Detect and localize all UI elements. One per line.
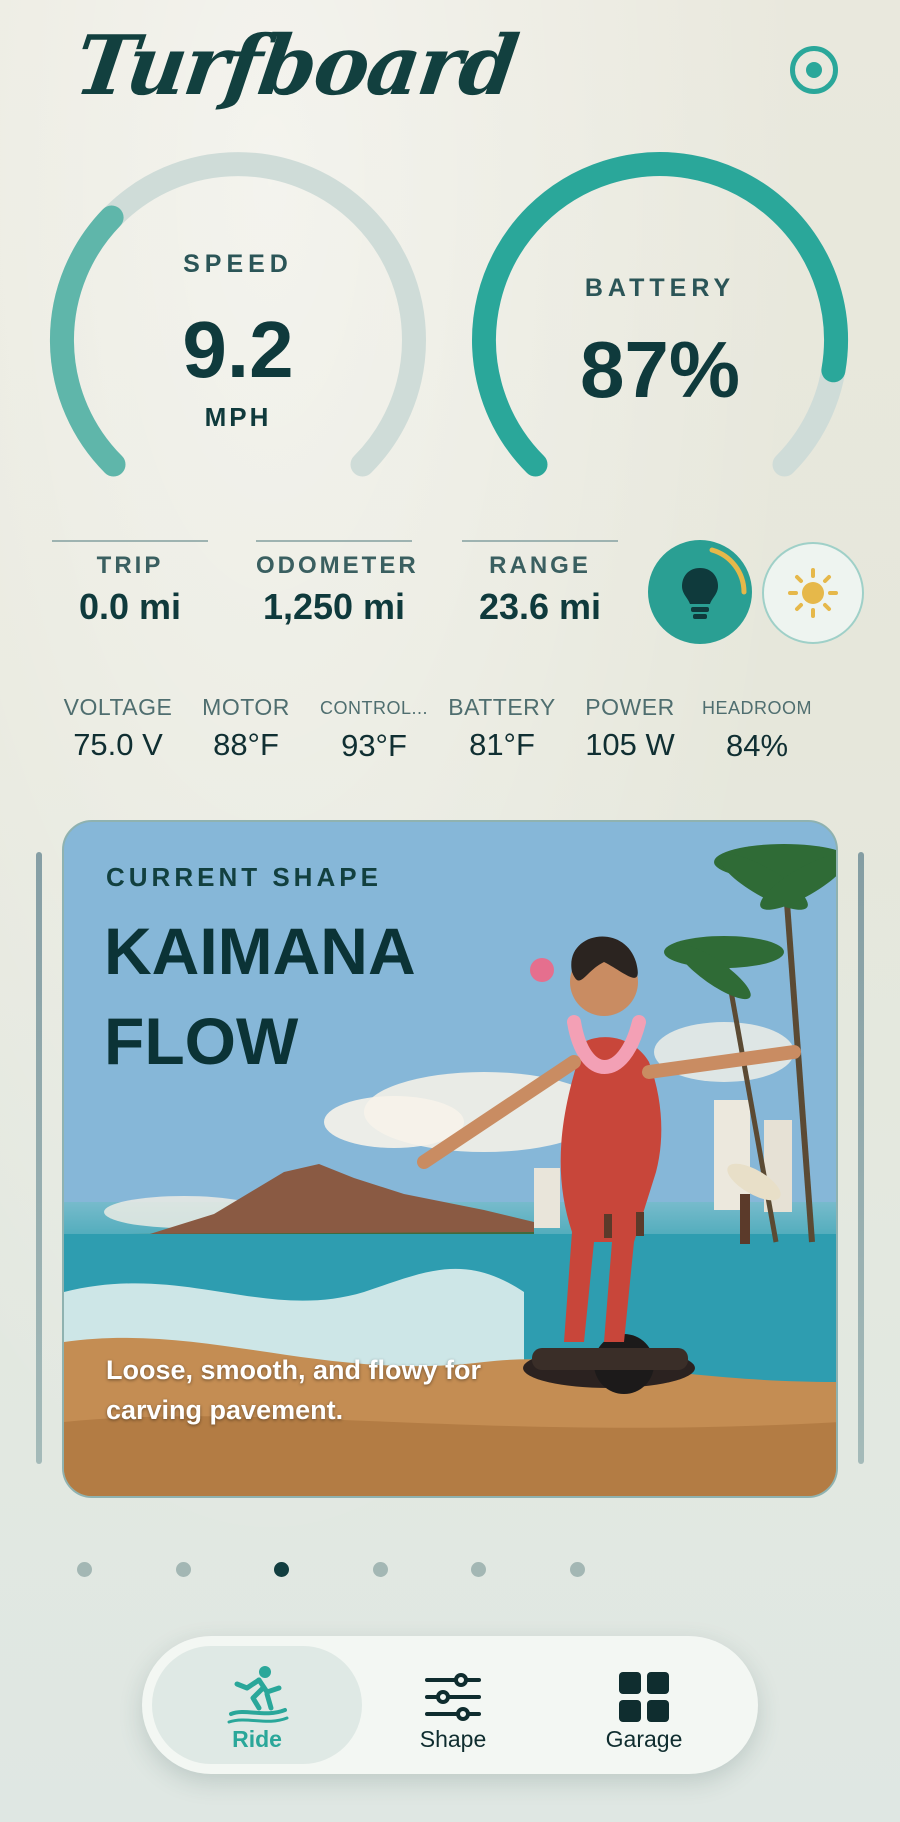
tab-garage-label: Garage xyxy=(605,1726,683,1752)
telemetry-value: 105 W xyxy=(585,727,675,762)
previous-card-edge[interactable] xyxy=(36,852,42,1464)
telemetry-value: 75.0 V xyxy=(73,727,163,762)
headlight-button[interactable] xyxy=(648,540,752,644)
speed-label: SPEED xyxy=(183,250,293,278)
telemetry-value: 93°F xyxy=(341,728,407,763)
stat-odometer-label: ODOMETER xyxy=(256,552,419,579)
telemetry-value: 84% xyxy=(725,728,789,763)
battery-gauge: BATTERY 87% xyxy=(460,140,860,520)
stat-trip: TRIP 0.0 mi xyxy=(52,540,208,628)
speed-gauge: SPEED 9.2 MPH xyxy=(38,140,438,520)
telemetry-label: POWER xyxy=(585,694,675,720)
divider xyxy=(462,540,618,542)
shape-description: Loose, smooth, and flowy for carving pav… xyxy=(106,1355,482,1425)
next-card-edge[interactable] xyxy=(858,852,864,1464)
tab-shape-label: Shape xyxy=(419,1726,487,1752)
surfer-icon xyxy=(227,1666,289,1724)
page-dot[interactable] xyxy=(373,1562,388,1577)
battery-value: 87% xyxy=(579,325,741,414)
telemetry-controller: CONTROL... 93°F xyxy=(312,694,436,764)
telemetry-power: POWER 105 W xyxy=(570,694,690,763)
sliders-icon xyxy=(425,1673,481,1721)
stat-trip-value: 0.0 mi xyxy=(78,586,182,627)
divider xyxy=(52,540,208,542)
page-dot[interactable] xyxy=(570,1562,585,1577)
stat-range-value: 23.6 mi xyxy=(478,586,602,627)
telemetry-label: MOTOR xyxy=(202,694,290,720)
stat-range-label: RANGE xyxy=(489,552,591,579)
tab-garage[interactable]: Garage xyxy=(544,1646,744,1764)
telemetry-label: BATTERY xyxy=(448,694,556,720)
speed-unit: MPH xyxy=(204,402,272,432)
stat-trip-label: TRIP xyxy=(96,552,164,579)
telemetry-motor: MOTOR 88°F xyxy=(190,694,302,763)
page-dot[interactable] xyxy=(471,1562,486,1577)
grid-icon xyxy=(619,1672,669,1722)
telemetry-label: CONTROL... xyxy=(319,698,428,718)
lightbulb-icon xyxy=(682,547,747,619)
telemetry-label: HEADROOM xyxy=(701,698,812,718)
divider xyxy=(256,540,412,542)
stat-odometer-value: 1,250 mi xyxy=(262,586,406,627)
page-dot-active[interactable] xyxy=(274,1562,289,1577)
locate-target-button[interactable] xyxy=(790,46,838,94)
telemetry-value: 88°F xyxy=(213,727,279,762)
card-kicker: CURRENT SHAPE xyxy=(106,862,382,892)
telemetry-value: 81°F xyxy=(469,727,535,762)
telemetry-headroom: HEADROOM 84% xyxy=(698,694,816,764)
tab-ride[interactable]: Ride xyxy=(152,1646,362,1764)
app-title: Turfboard xyxy=(69,18,523,114)
tab-shape[interactable]: Shape xyxy=(358,1646,548,1764)
brightness-button[interactable] xyxy=(762,542,864,644)
stat-range: RANGE 23.6 mi xyxy=(462,540,618,628)
telemetry-battery-temp: BATTERY 81°F xyxy=(442,694,562,763)
speed-value: 9.2 xyxy=(182,305,294,394)
shape-title: KAIMANA FLOW xyxy=(104,914,414,1078)
tab-ride-label: Ride xyxy=(232,1726,282,1752)
current-shape-card[interactable]: CURRENT SHAPE KAIMANA FLOW Loose, smooth… xyxy=(62,820,838,1498)
stat-odometer: ODOMETER 1,250 mi xyxy=(256,540,419,628)
battery-label: BATTERY xyxy=(584,274,736,302)
page-dot[interactable] xyxy=(77,1562,92,1577)
telemetry-label: VOLTAGE xyxy=(63,694,173,720)
page-dot[interactable] xyxy=(176,1562,191,1577)
bottom-tab-bar: Ride Shape Garage xyxy=(142,1636,758,1774)
telemetry-voltage: VOLTAGE 75.0 V xyxy=(56,694,180,763)
sun-icon xyxy=(788,568,838,618)
